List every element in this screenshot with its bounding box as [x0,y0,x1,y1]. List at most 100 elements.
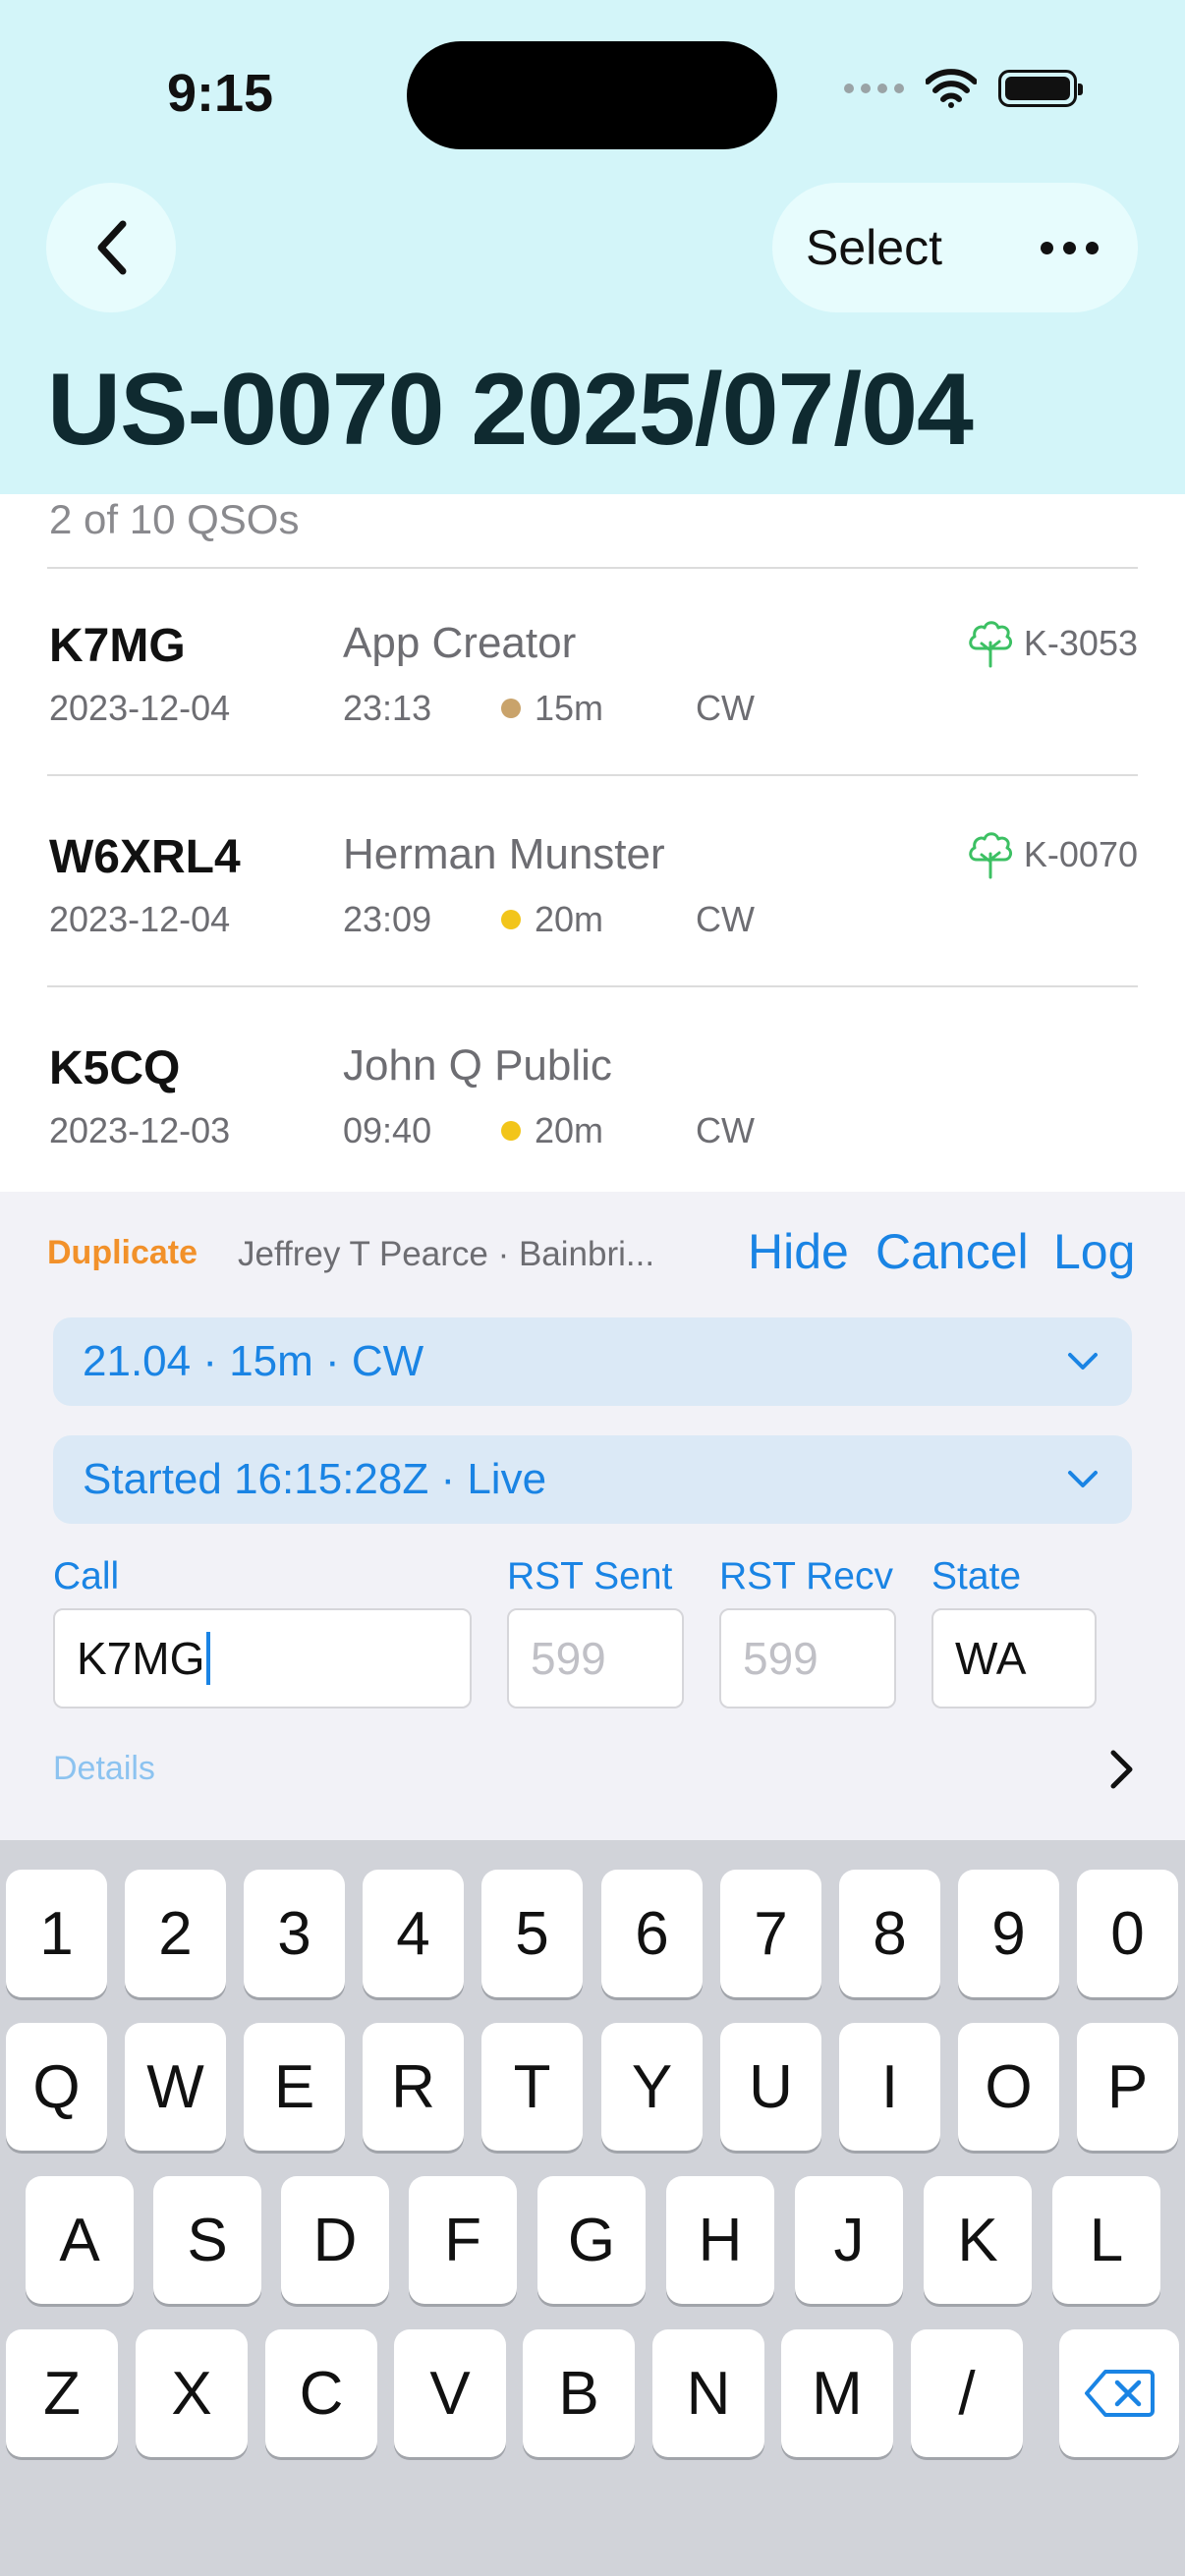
tree-icon [969,621,1012,668]
key-d[interactable]: D [281,2176,389,2304]
park-reference: K-0070 [967,830,1138,879]
rst-sent-label: RST Sent [507,1555,673,1597]
delete-backspace-icon [1085,2370,1155,2417]
key-i[interactable]: I [839,2023,940,2151]
key-x[interactable]: X [136,2329,248,2457]
key-h[interactable]: H [666,2176,774,2304]
select-button[interactable]: Select [806,219,942,276]
key-s[interactable]: S [153,2176,261,2304]
key-7[interactable]: 7 [720,1870,821,1997]
divider [47,774,1138,776]
key-t[interactable]: T [481,2023,583,2151]
start-time-dropdown[interactable]: Started 16:15:28Z · Live [53,1435,1132,1524]
wifi-icon [926,69,977,108]
key-l[interactable]: L [1052,2176,1160,2304]
qso-call: K7MG [49,620,186,672]
qso-band-label: 20m [535,1110,604,1150]
cancel-button[interactable]: Cancel [875,1223,1029,1280]
key-a[interactable]: A [26,2176,134,2304]
qso-call: K5CQ [49,1042,181,1094]
qso-row[interactable]: K7MG 2023-12-04 App Creator 23:13 15m CW… [47,619,1138,776]
state-label: State [931,1555,1022,1597]
key-u[interactable]: U [720,2023,821,2151]
rst-recv-placeholder: 599 [743,1633,818,1684]
key-5[interactable]: 5 [481,1870,583,1997]
qso-name: John Q Public [343,1041,612,1090]
park-reference-label: K-0070 [1023,834,1138,874]
qso-band: 20m [501,1110,603,1151]
key-r[interactable]: R [363,2023,464,2151]
qso-time: 23:13 [343,688,432,728]
key-o[interactable]: O [958,2023,1059,2151]
qso-row[interactable]: K5CQ 2023-12-03 John Q Public 09:40 20m … [47,1041,1138,1199]
qso-mode: CW [696,899,755,939]
call-value: K7MG [77,1633,205,1684]
chevron-down-icon [1068,1471,1098,1487]
status-time: 9:15 [167,64,274,123]
qso-time: 23:09 [343,899,432,939]
rst-recv-field[interactable]: 599 [719,1608,896,1708]
key-3[interactable]: 3 [244,1870,345,1997]
duplicate-badge: Duplicate [47,1234,198,1271]
log-button[interactable]: Log [1053,1223,1135,1280]
key-4[interactable]: 4 [363,1870,464,1997]
keyboard: 1 2 3 4 5 6 7 8 9 0 Q W E R T Y U I O P … [0,1840,1185,2576]
delete-key[interactable] [1059,2329,1179,2457]
key-e[interactable]: E [244,2023,345,2151]
qso-name: Herman Munster [343,830,665,878]
text-cursor [206,1632,211,1685]
key-m[interactable]: M [781,2329,893,2457]
state-field[interactable]: WA [931,1608,1097,1708]
key-v[interactable]: V [394,2329,506,2457]
details-link[interactable]: Details [53,1750,155,1788]
key-slash[interactable]: / [911,2329,1023,2457]
rst-sent-field[interactable]: 599 [507,1608,684,1708]
key-2[interactable]: 2 [125,1870,226,1997]
page-title: US-0070 2025/07/04 [47,353,974,467]
qso-time: 09:40 [343,1110,432,1150]
park-reference-label: K-3053 [1023,623,1138,663]
key-9[interactable]: 9 [958,1870,1059,1997]
qso-row[interactable]: W6XRL4 2023-12-04 Herman Munster 23:09 2… [47,830,1138,987]
more-icon[interactable] [1041,242,1099,254]
key-n[interactable]: N [652,2329,764,2457]
dynamic-island [407,41,777,149]
select-menu-pill: Select [772,183,1138,312]
chevron-right-icon[interactable] [1106,1748,1136,1791]
key-w[interactable]: W [125,2023,226,2151]
qso-entry-panel: Duplicate Jeffrey T Pearce · Bainbri... … [0,1192,1185,1840]
state-value: WA [955,1633,1027,1684]
key-f[interactable]: F [409,2176,517,2304]
divider [47,985,1138,987]
start-time-dropdown-label: Started 16:15:28Z · Live [83,1455,547,1503]
key-z[interactable]: Z [6,2329,118,2457]
qso-date: 2023-12-03 [49,1110,231,1150]
back-button[interactable] [46,183,176,312]
key-q[interactable]: Q [6,2023,107,2151]
key-j[interactable]: J [795,2176,903,2304]
key-k[interactable]: K [924,2176,1032,2304]
qso-count: 2 of 10 QSOs [49,496,300,542]
key-b[interactable]: B [523,2329,635,2457]
key-0[interactable]: 0 [1077,1870,1178,1997]
rst-sent-placeholder: 599 [531,1633,606,1684]
qso-mode: CW [696,1110,755,1150]
header: 9:15 Select US-0070 2025/07/04 [0,0,1185,494]
call-field[interactable]: K7MG [53,1608,472,1708]
qso-band: 20m [501,899,603,940]
qso-band-label: 15m [535,688,604,728]
cellular-signal-icon [844,84,904,93]
key-g[interactable]: G [537,2176,646,2304]
key-c[interactable]: C [265,2329,377,2457]
rst-recv-label: RST Recv [719,1555,893,1597]
frequency-dropdown[interactable]: 21.04 · 15m · CW [53,1317,1132,1406]
key-8[interactable]: 8 [839,1870,940,1997]
key-y[interactable]: Y [601,2023,703,2151]
park-reference: K-3053 [967,619,1138,668]
key-p[interactable]: P [1077,2023,1178,2151]
frequency-dropdown-label: 21.04 · 15m · CW [83,1337,424,1385]
key-6[interactable]: 6 [601,1870,703,1997]
key-1[interactable]: 1 [6,1870,107,1997]
hide-button[interactable]: Hide [748,1223,849,1280]
chevron-left-icon [97,220,127,275]
